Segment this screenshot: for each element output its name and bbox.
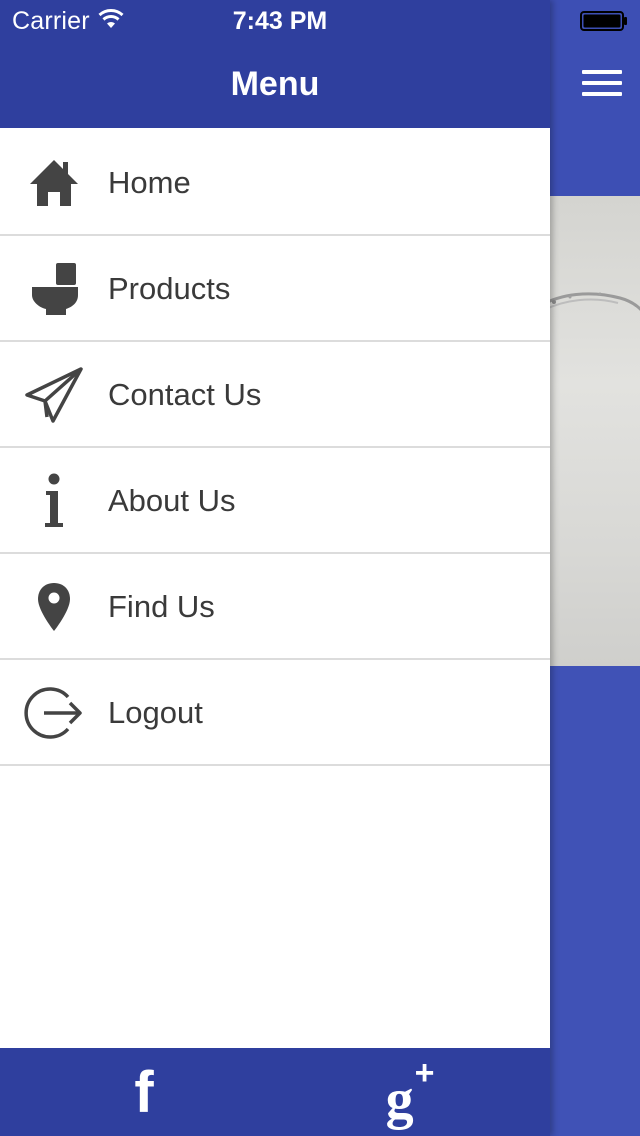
home-icon — [24, 154, 84, 212]
menu-item-home[interactable]: Home — [0, 130, 550, 236]
navigation-drawer: Menu Home Products Contact Us About Us F… — [0, 0, 550, 1136]
menu-item-contact-us[interactable]: Contact Us — [0, 342, 550, 448]
battery-icon — [580, 11, 627, 31]
menu-item-find-us[interactable]: Find Us — [0, 554, 550, 660]
facebook-icon[interactable]: f — [112, 1062, 176, 1124]
logout-icon — [24, 684, 84, 742]
menu-item-about-us[interactable]: About Us — [0, 448, 550, 554]
drawer-title: Menu — [230, 65, 320, 103]
google-plus-icon[interactable]: g+ — [370, 1054, 450, 1131]
hamburger-icon[interactable] — [582, 68, 622, 98]
status-bar: Carrier 7:43 PM — [0, 0, 640, 40]
toilet-icon — [24, 260, 84, 318]
drawer-footer: f g+ — [0, 1048, 550, 1136]
paper-plane-icon — [24, 366, 84, 424]
status-time: 7:43 PM — [232, 7, 328, 35]
google-plus-glyph: g+ — [385, 1053, 435, 1131]
water-splash-image — [540, 292, 640, 311]
menu-label-logout: Logout — [108, 695, 203, 730]
menu-label-products: Products — [108, 271, 231, 306]
menu-item-products[interactable]: Products — [0, 236, 550, 342]
menu-label-about-us: About Us — [108, 483, 236, 518]
menu-list: Home Products Contact Us About Us Find U… — [0, 130, 550, 766]
map-pin-icon — [24, 578, 84, 636]
info-icon — [24, 472, 84, 530]
facebook-glyph: f — [134, 1060, 154, 1125]
menu-label-home: Home — [108, 165, 191, 200]
menu-label-find-us: Find Us — [108, 589, 215, 624]
app-screen: Carrier 7:43 PM Menu Home Products Conta… — [0, 0, 640, 1136]
menu-label-contact-us: Contact Us — [108, 377, 262, 412]
menu-item-logout[interactable]: Logout — [0, 660, 550, 766]
